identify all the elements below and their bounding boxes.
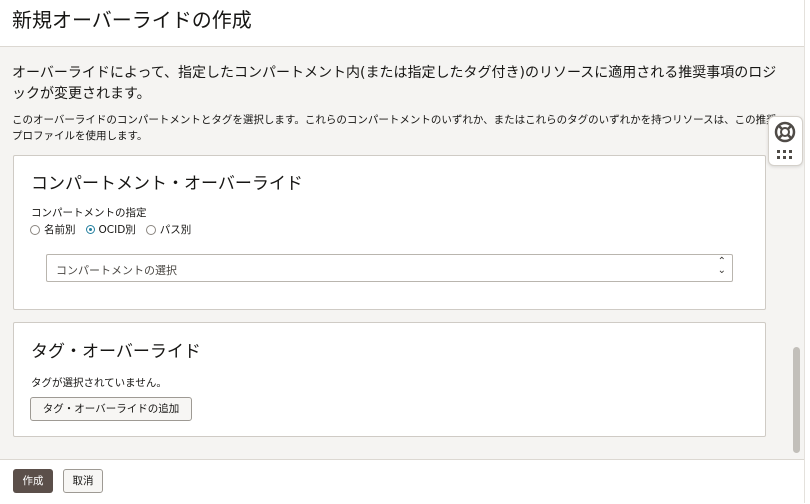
- radio-by-name[interactable]: 名前別: [30, 222, 76, 237]
- scrollbar[interactable]: [790, 47, 804, 459]
- tag-override-panel: タグ・オーバーライド タグが選択されていません。 タグ・オーバーライドの追加: [13, 322, 766, 437]
- compartment-select-placeholder: コンパートメントの選択: [56, 264, 177, 277]
- dialog-header: 新規オーバーライドの作成: [0, 0, 804, 47]
- tag-override-heading: タグ・オーバーライド: [31, 342, 201, 362]
- radio-circle[interactable]: [145, 224, 156, 235]
- compartment-spec-label: コンパートメントの指定: [31, 207, 147, 219]
- radio-circle[interactable]: [30, 224, 40, 235]
- chevron-up-down-icon: ⌃ ⌄: [717, 256, 726, 276]
- help-widget[interactable]: [768, 116, 803, 166]
- compartment-spec-radio-group: 名前別 OCID別 パス別: [30, 222, 191, 237]
- radio-by-path[interactable]: パス別: [145, 222, 192, 237]
- create-button[interactable]: 作成: [13, 469, 53, 493]
- life-ring-icon[interactable]: [774, 121, 796, 143]
- dialog-footer: 作成 取消: [0, 459, 804, 504]
- scroll-thumb[interactable]: [793, 347, 800, 453]
- compartment-override-heading: コンパートメント・オーバーライド: [31, 174, 303, 194]
- compartment-select[interactable]: コンパートメントの選択 ⌃ ⌄: [46, 254, 733, 282]
- grid-dots-icon[interactable]: [777, 150, 793, 160]
- no-tags-text: タグが選択されていません。: [31, 377, 167, 389]
- radio-label: パス別: [159, 224, 192, 236]
- radio-label: 名前別: [44, 224, 76, 236]
- cancel-button[interactable]: 取消: [63, 469, 103, 493]
- add-tag-override-button[interactable]: タグ・オーバーライドの追加: [30, 397, 192, 421]
- radio-circle-selected[interactable]: [85, 225, 95, 234]
- intro-text: オーバーライドによって、指定したコンパートメント内(または指定したタグ付き)のリ…: [12, 65, 777, 102]
- radio-label: OCID別: [98, 224, 136, 236]
- intro-subtext: このオーバーライドのコンパートメントとタグを選択します。これらのコンパートメント…: [12, 114, 777, 142]
- window-edge: [804, 0, 810, 503]
- radio-by-ocid[interactable]: OCID別: [85, 222, 136, 237]
- compartment-override-panel: コンパートメント・オーバーライド コンパートメントの指定 名前別 OCID別 パ…: [13, 155, 766, 310]
- dialog-body: オーバーライドによって、指定したコンパートメント内(または指定したタグ付き)のリ…: [0, 47, 790, 459]
- page-title: 新規オーバーライドの作成: [12, 8, 252, 32]
